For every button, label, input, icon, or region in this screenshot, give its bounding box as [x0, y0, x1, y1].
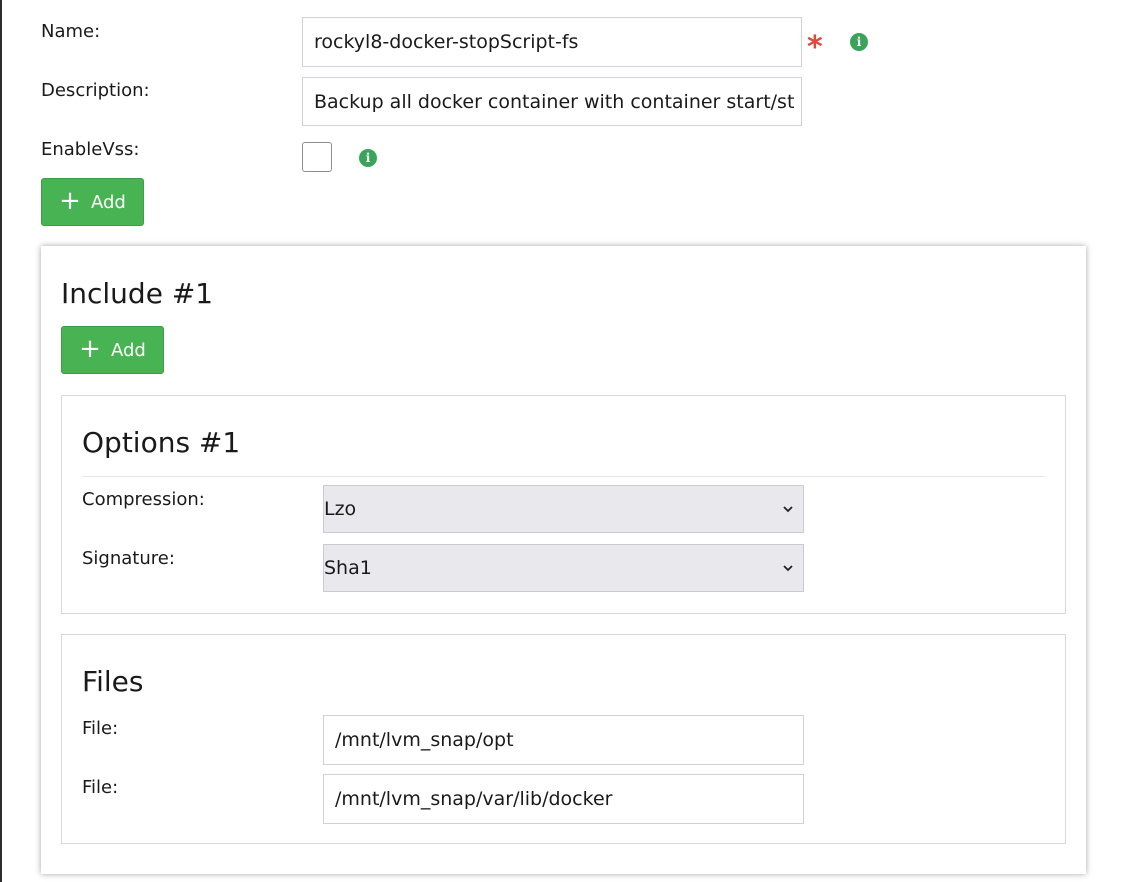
add-options-button[interactable]: + Add	[61, 326, 164, 374]
info-icon[interactable]: i	[850, 33, 868, 51]
file-input[interactable]: /mnt/lvm_snap/opt	[323, 715, 804, 765]
signature-value: Sha1	[324, 557, 372, 579]
options-panel: Options #1 Compression: Lzo Signature: S…	[61, 395, 1066, 614]
file-label: File:	[82, 718, 119, 739]
options-title: Options #1	[82, 426, 241, 459]
compression-value: Lzo	[324, 498, 357, 520]
include-title: Include #1	[61, 277, 214, 310]
window-left-edge	[0, 0, 2, 882]
add-button-label: Add	[90, 191, 126, 213]
file-label: File:	[82, 777, 119, 798]
plus-icon: +	[59, 185, 81, 216]
description-input[interactable]: Backup all docker container with contain…	[302, 77, 802, 126]
compression-select[interactable]: Lzo	[323, 485, 804, 533]
required-marker: *	[807, 30, 823, 65]
name-input[interactable]: rockyl8-docker-stopScript-fs	[302, 17, 802, 67]
add-include-button[interactable]: + Add	[41, 178, 144, 226]
plus-icon: +	[79, 333, 101, 364]
description-label: Description:	[41, 80, 150, 101]
enablevss-checkbox[interactable]	[302, 142, 332, 172]
signature-label: Signature:	[82, 548, 175, 569]
name-label: Name:	[41, 21, 101, 42]
add-button-label: Add	[110, 339, 146, 361]
chevron-down-icon	[783, 565, 793, 572]
info-icon[interactable]: i	[359, 149, 377, 167]
compression-label: Compression:	[82, 489, 205, 510]
include-card: Include #1 + Add Options #1 Compression:…	[41, 246, 1086, 874]
chevron-down-icon	[783, 506, 793, 513]
file-input[interactable]: /mnt/lvm_snap/var/lib/docker	[323, 774, 804, 824]
options-divider	[82, 476, 1045, 477]
signature-select[interactable]: Sha1	[323, 544, 804, 592]
enablevss-label: EnableVss:	[41, 139, 140, 160]
files-panel: Files File: /mnt/lvm_snap/opt File: /mnt…	[61, 634, 1066, 844]
files-title: Files	[82, 665, 144, 698]
